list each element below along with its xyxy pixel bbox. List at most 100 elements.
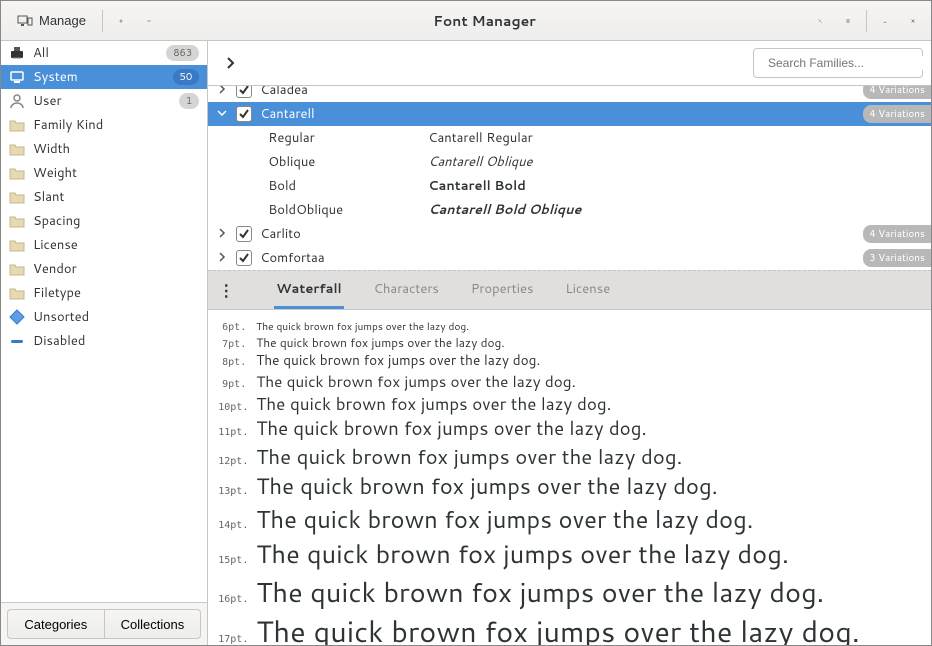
sidebar-item-weight[interactable]: Weight xyxy=(1,161,207,185)
sidebar-item-filetype[interactable]: Filetype xyxy=(1,281,207,305)
sidebar-item-vendor[interactable]: Vendor xyxy=(1,257,207,281)
waterfall-row: 10pt. The quick brown fox jumps over the … xyxy=(218,392,931,416)
variations-badge: 4 Variations xyxy=(863,86,931,99)
variant-label: Regular xyxy=(268,129,428,147)
sidebar-item-spacing[interactable]: Spacing xyxy=(1,209,207,233)
hamburger-icon xyxy=(846,14,850,28)
close-button[interactable] xyxy=(899,7,927,35)
tab-characters[interactable]: Characters xyxy=(372,271,441,309)
devices-icon xyxy=(17,13,33,29)
waterfall-text: The quick brown fox jumps over the lazy … xyxy=(256,392,611,416)
font-variant-row[interactable]: BoldObliqueCantarell Bold Oblique xyxy=(208,198,931,222)
waterfall-text: The quick brown fox jumps over the lazy … xyxy=(256,611,860,645)
sidebar-item-license[interactable]: License xyxy=(1,233,207,257)
sidebar-item-label: Weight xyxy=(33,164,199,182)
font-variant-row[interactable]: BoldCantarell Bold xyxy=(208,174,931,198)
plus-icon xyxy=(119,14,123,28)
waterfall-row: 15pt. The quick brown fox jumps over the … xyxy=(218,536,931,572)
checkbox[interactable] xyxy=(236,86,252,98)
expander-icon[interactable] xyxy=(216,105,228,123)
sidebar-item-label: User xyxy=(33,92,171,110)
all-icon xyxy=(9,45,25,61)
font-row-carlito[interactable]: Carlito4 Variations xyxy=(208,222,931,246)
font-row-cantarell[interactable]: Cantarell4 Variations xyxy=(208,102,931,126)
tab-categories[interactable]: Categories xyxy=(7,609,105,639)
manage-button[interactable]: Manage xyxy=(5,7,98,35)
waterfall-text: The quick brown fox jumps over the lazy … xyxy=(256,442,682,471)
content-header xyxy=(208,41,931,86)
variations-badge: 3 Variations xyxy=(863,249,931,267)
waterfall-text: The quick brown fox jumps over the lazy … xyxy=(256,334,504,351)
tab-waterfall[interactable]: Waterfall xyxy=(274,271,343,309)
tab-collections[interactable]: Collections xyxy=(105,609,202,639)
sidebar-item-label: System xyxy=(33,68,165,86)
system-icon xyxy=(9,69,25,85)
waterfall-size-label: 14pt. xyxy=(218,520,246,531)
sidebar-item-label: Unsorted xyxy=(33,308,199,326)
tab-properties[interactable]: Properties xyxy=(469,271,536,309)
checkbox[interactable] xyxy=(236,250,252,266)
sidebar-item-family-kind[interactable]: Family Kind xyxy=(1,113,207,137)
variant-sample: Cantarell Regular xyxy=(428,129,532,147)
font-variant-row[interactable]: RegularCantarell Regular xyxy=(208,126,931,150)
checkbox[interactable] xyxy=(236,106,252,122)
back-button[interactable] xyxy=(216,49,244,77)
preview-menu-button[interactable]: ⋮ xyxy=(214,278,238,302)
sidebar-item-label: Slant xyxy=(33,188,199,206)
menu-button[interactable] xyxy=(834,7,862,35)
waterfall-row: 11pt.The quick brown fox jumps over the … xyxy=(218,416,931,442)
waterfall-size-label: 12pt. xyxy=(218,456,246,467)
content-pane: Caladea4 VariationsCantarell4 Variations… xyxy=(208,41,931,645)
variant-sample: Cantarell Oblique xyxy=(428,153,532,171)
font-variant-row[interactable]: ObliqueCantarell Oblique xyxy=(208,150,931,174)
expander-icon[interactable] xyxy=(216,249,228,267)
waterfall-row: 12pt. The quick brown fox jumps over the … xyxy=(218,442,931,471)
expander-icon[interactable] xyxy=(216,86,228,99)
separator xyxy=(866,10,867,32)
sidebar-item-user[interactable]: User 1 xyxy=(1,89,207,113)
minimize-button[interactable] xyxy=(871,7,899,35)
waterfall-text: The quick brown fox jumps over the lazy … xyxy=(256,536,789,572)
sidebar-list[interactable]: All863System50 User 1 Family KindWidth Weigh… xyxy=(1,41,207,602)
sidebar-item-label: Vendor xyxy=(33,260,199,278)
waterfall-size-label: 9pt. xyxy=(218,379,246,390)
tab-license[interactable]: License xyxy=(563,271,612,309)
waterfall-row: 6pt.The quick brown fox jumps over the l… xyxy=(218,320,931,334)
count-badge: 863 xyxy=(166,45,199,61)
waterfall-size-label: 16pt. xyxy=(218,594,246,605)
manage-label: Manage xyxy=(39,13,86,28)
headerbar: Manage Font Manager xyxy=(1,1,931,41)
expander-icon[interactable] xyxy=(216,225,228,243)
sidebar-item-all[interactable]: All863 xyxy=(1,41,207,65)
sidebar-item-system[interactable]: System50 xyxy=(1,65,207,89)
count-badge: 1 xyxy=(179,93,199,109)
font-row-comfortaa[interactable]: Comfortaa 3 Variations xyxy=(208,246,931,270)
folder-icon xyxy=(9,141,25,157)
preview-tabs: ⋮ Waterfall Characters Properties License xyxy=(208,270,931,310)
font-name: Comfortaa xyxy=(260,249,855,267)
variant-label: Bold xyxy=(268,177,428,195)
waterfall-size-label: 15pt. xyxy=(218,555,246,566)
waterfall-size-label: 10pt. xyxy=(218,402,246,413)
font-tree[interactable]: Caladea4 VariationsCantarell4 Variations… xyxy=(208,86,931,270)
sidebar-item-disabled[interactable]: Disabled xyxy=(1,329,207,353)
sidebar-item-width[interactable]: Width xyxy=(1,137,207,161)
search-input[interactable] xyxy=(768,56,923,70)
checkbox[interactable] xyxy=(236,226,252,242)
waterfall-text: The quick brown fox jumps over the lazy … xyxy=(256,416,646,442)
search-box[interactable] xyxy=(753,48,923,78)
main: All863System50 User 1 Family KindWidth Weigh… xyxy=(1,41,931,645)
sidebar-item-slant[interactable]: Slant xyxy=(1,185,207,209)
folder-icon xyxy=(9,213,25,229)
minimize-icon xyxy=(883,14,887,28)
waterfall-row: 7pt.The quick brown fox jumps over the l… xyxy=(218,334,931,351)
preferences-button[interactable] xyxy=(806,7,834,35)
variant-label: Oblique xyxy=(268,153,428,171)
waterfall-text: The quick brown fox jumps over the lazy … xyxy=(256,351,540,370)
close-icon xyxy=(911,14,915,28)
sidebar-item-unsorted[interactable]: Unsorted xyxy=(1,305,207,329)
font-row-caladea[interactable]: Caladea4 Variations xyxy=(208,86,931,102)
disabled-icon xyxy=(9,333,25,349)
add-button[interactable] xyxy=(107,7,135,35)
remove-button[interactable] xyxy=(135,7,163,35)
